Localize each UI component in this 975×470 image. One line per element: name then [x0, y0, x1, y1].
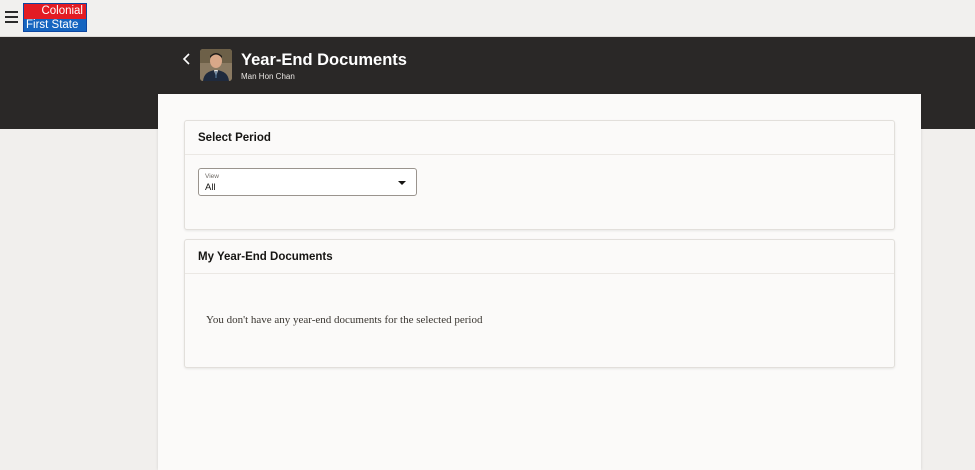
caret-down-icon[interactable]	[398, 181, 406, 185]
logo-line2: First State	[26, 19, 79, 31]
logo[interactable]: Colonial First State	[23, 3, 87, 32]
select-value: All	[205, 182, 216, 193]
hamburger-icon[interactable]	[5, 11, 18, 23]
chevron-left-icon[interactable]	[180, 51, 194, 67]
main-panel: Select Period View All My Year-End Docum…	[158, 94, 921, 470]
card-title: Select Period	[198, 131, 271, 144]
select-period-card: Select Period View All	[184, 120, 895, 230]
card-header: My Year-End Documents	[185, 240, 894, 274]
select-label: View	[205, 173, 219, 180]
card-header: Select Period	[185, 121, 894, 155]
user-name: Man Hon Chan	[241, 72, 295, 81]
documents-card: My Year-End Documents You don't have any…	[184, 239, 895, 368]
view-select[interactable]: View All	[198, 168, 417, 196]
logo-line1: Colonial	[24, 4, 86, 19]
card-title: My Year-End Documents	[198, 250, 333, 263]
page-title: Year-End Documents	[241, 51, 407, 69]
empty-state-message: You don't have any year-end documents fo…	[206, 314, 483, 326]
top-bar: Colonial First State	[0, 0, 975, 37]
avatar	[200, 49, 232, 81]
